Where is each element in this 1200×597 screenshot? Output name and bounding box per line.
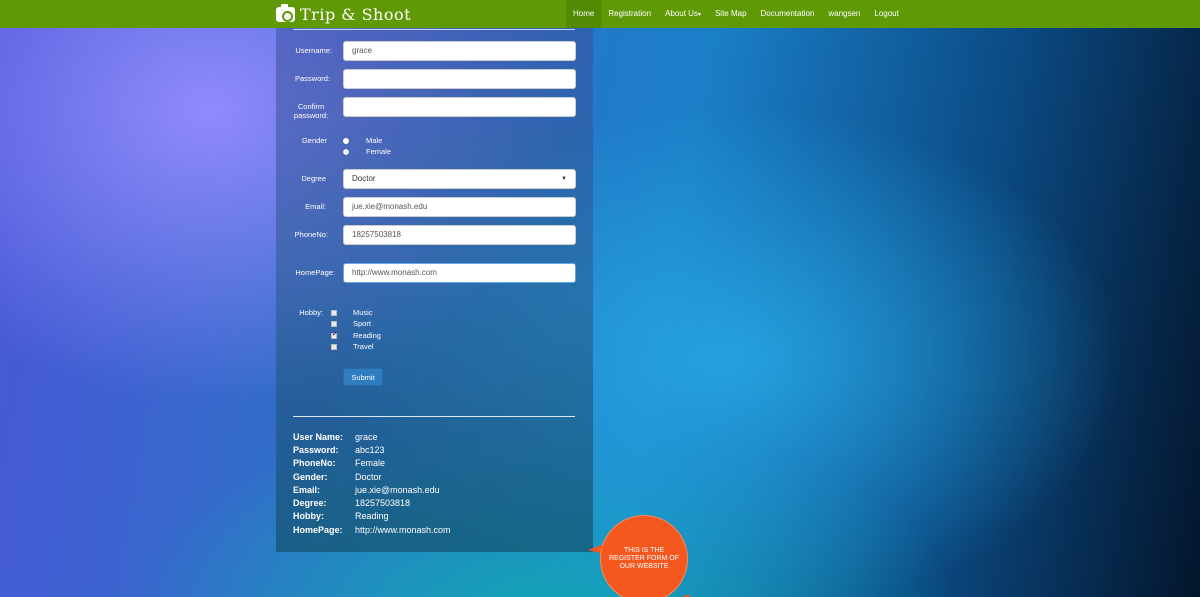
- confirm-password-input[interactable]: [343, 97, 576, 117]
- submitted-summary: User Name: grace Password: abc123 PhoneNo:…: [293, 430, 451, 536]
- nav-documentation[interactable]: Documentation: [754, 0, 822, 28]
- checkbox-unchecked[interactable]: [331, 320, 337, 327]
- hobby-reading[interactable]: Reading: [331, 330, 381, 341]
- summary-key: Hobby:: [293, 511, 324, 522]
- hobby-travel[interactable]: Travel: [331, 341, 374, 352]
- summary-row: PhoneNo: Female: [293, 457, 451, 470]
- checkbox-checked[interactable]: [331, 330, 338, 339]
- degree-label: Degree: [301, 174, 326, 183]
- confirm-label-line1: Confirm: [297, 102, 325, 111]
- submit-button[interactable]: Submit: [343, 368, 383, 386]
- brand-name: Trip & Shoot: [300, 4, 412, 24]
- hobby-option-travel: Travel: [353, 342, 374, 351]
- phone-input[interactable]: 18257503818: [343, 225, 576, 245]
- gender-radio-female[interactable]: Female: [343, 146, 391, 157]
- camera-icon: [276, 3, 295, 22]
- summary-row: User Name: grace: [293, 430, 451, 443]
- nav-home[interactable]: Home: [566, 0, 602, 28]
- divider: [293, 416, 575, 417]
- summary-value: abc123: [355, 444, 385, 455]
- nav-links: Home Registration About Us▾ Site Map Doc…: [566, 0, 906, 28]
- nav-site-map[interactable]: Site Map: [708, 0, 754, 28]
- username-label: Username:: [295, 46, 332, 55]
- confirm-label-line2: password:: [293, 111, 329, 120]
- password-label: Password:: [294, 74, 330, 83]
- gender-option-female: Female: [366, 147, 392, 156]
- top-navbar: Trip & Shoot Home Registration About Us▾…: [0, 0, 1200, 28]
- summary-row: Password: abc123: [293, 443, 451, 456]
- hobby-option-sport: Sport: [353, 319, 371, 328]
- caret-down-icon: ▾: [697, 12, 701, 18]
- nav-about-us-label: About Us: [665, 9, 698, 18]
- password-input[interactable]: [343, 69, 576, 89]
- hobby-option-reading: Reading: [353, 331, 381, 340]
- hobby-music[interactable]: Music: [331, 307, 373, 318]
- checkbox-unchecked[interactable]: [331, 343, 337, 350]
- gender-radio-male[interactable]: Male: [343, 135, 382, 146]
- divider: [293, 29, 575, 30]
- hobby-option-music: Music: [353, 308, 373, 317]
- summary-value: 18257503818: [355, 498, 411, 509]
- summary-value: Female: [355, 458, 386, 469]
- summary-key: Degree:: [293, 498, 327, 509]
- info-speech-bubble: THIS IS THE REGISTER FORM OF OUR WEBSITE: [600, 515, 688, 597]
- hobby-label: Hobby:: [299, 308, 323, 317]
- radio-button-unchecked[interactable]: [343, 148, 349, 155]
- gender-label: Gender: [301, 136, 327, 145]
- username-input[interactable]: grace: [343, 41, 576, 61]
- gender-option-male: Male: [366, 136, 383, 145]
- brand-logo[interactable]: Trip & Shoot: [276, 2, 411, 26]
- summary-value: http://www.monash.com: [355, 524, 451, 535]
- nav-registration[interactable]: Registration: [601, 0, 658, 28]
- email-label: Email:: [305, 202, 326, 211]
- confirm-password-label: Confirm password:: [291, 102, 331, 120]
- summary-row: Email: jue.xie@monash.edu: [293, 483, 451, 496]
- summary-key: Password:: [293, 444, 339, 455]
- homepage-label: HomePage:: [295, 268, 335, 277]
- nav-logout[interactable]: Logout: [867, 0, 905, 28]
- email-input[interactable]: jue.xie@monash.edu: [343, 197, 576, 217]
- radio-button-checked[interactable]: [343, 137, 349, 144]
- nav-about-us[interactable]: About Us▾: [658, 0, 708, 28]
- summary-key: Email:: [293, 484, 321, 495]
- summary-row: HomePage: http://www.monash.com: [293, 523, 451, 536]
- chevron-down-icon: ▼: [561, 176, 567, 182]
- homepage-input[interactable]: http://www.monash.com: [343, 263, 576, 283]
- summary-key: Gender:: [293, 471, 328, 482]
- summary-value: Reading: [355, 511, 389, 522]
- summary-row: Gender: Doctor: [293, 470, 451, 483]
- summary-key: PhoneNo:: [293, 458, 336, 469]
- summary-row: Hobby: Reading: [293, 510, 451, 523]
- degree-select[interactable]: Doctor ▼: [343, 169, 576, 189]
- degree-selected-value: Doctor: [352, 174, 376, 183]
- summary-row: Degree: 18257503818: [293, 496, 451, 509]
- summary-value: jue.xie@monash.edu: [355, 484, 440, 495]
- phone-label: PhoneNo:: [294, 230, 328, 239]
- summary-key: HomePage:: [293, 524, 343, 535]
- checkbox-unchecked[interactable]: [331, 309, 337, 316]
- summary-value: grace: [355, 431, 378, 442]
- register-form-panel: Username: grace Password: Confirm passwo…: [276, 28, 593, 552]
- hobby-sport[interactable]: Sport: [331, 318, 371, 329]
- summary-key: User Name:: [293, 431, 344, 442]
- summary-value: Doctor: [355, 471, 382, 482]
- nav-user[interactable]: wangsen: [821, 0, 867, 28]
